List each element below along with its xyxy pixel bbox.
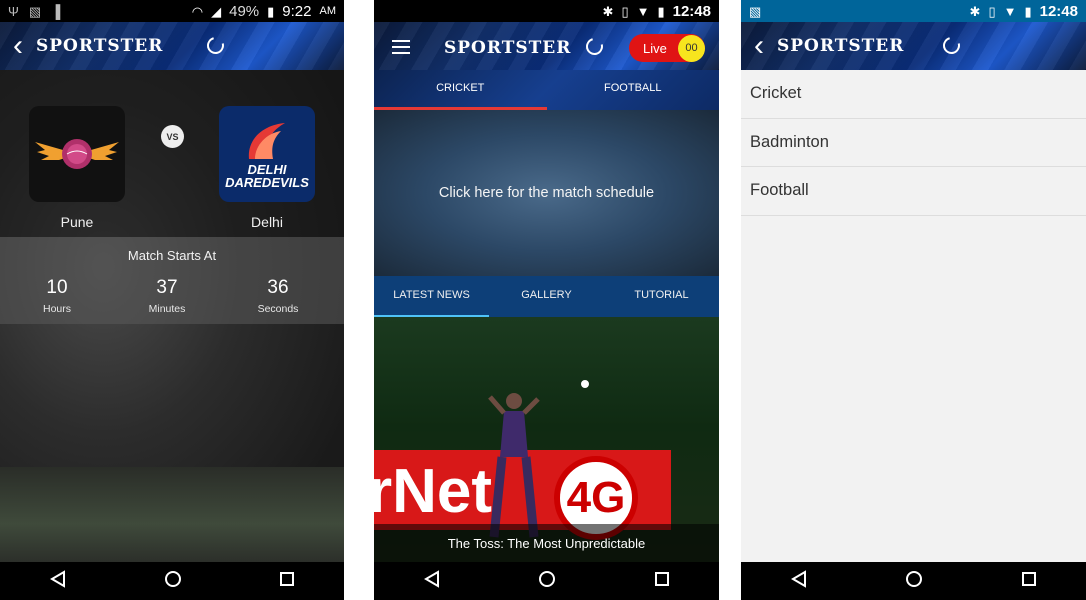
countdown-title: Match Starts At: [127, 248, 217, 263]
status-bar: Ψ ▧ ▐ ◠ ◢ 49% ▮ 9:22 AM: [0, 0, 344, 22]
sport-tabs: CRICKET FOOTBALL: [374, 70, 719, 110]
away-logo-line2: DAREDEVILS: [225, 175, 309, 190]
countdown-minutes: 37 Minutes: [148, 277, 186, 315]
status-time: 12:48: [1039, 2, 1078, 20]
back-button[interactable]: ‹: [0, 31, 36, 61]
field-background: [0, 467, 344, 562]
home-team-logo: [29, 106, 125, 202]
tab-latest-news[interactable]: LATEST NEWS: [374, 276, 489, 317]
signal-icon: ◢: [211, 3, 222, 19]
news-card-image[interactable]: rNet 4G The Toss: The Most Unpredictable: [374, 317, 719, 562]
tab-cricket[interactable]: CRICKET: [374, 70, 547, 110]
nav-home-icon[interactable]: [905, 570, 923, 593]
refresh-icon[interactable]: [203, 33, 228, 58]
live-count-badge: 00: [678, 34, 705, 62]
phone-sport-selection: ▧ ✱ ▯ ▼ ▮ 12:48 ‹ SPORTSTER Cricket Badm…: [741, 0, 1086, 600]
tab-gallery[interactable]: GALLERY: [489, 276, 604, 317]
android-navbar: [0, 562, 344, 600]
status-time: 9:22: [282, 2, 312, 20]
live-matches-button[interactable]: Live 00: [629, 34, 705, 62]
wifi-icon: ▼: [1003, 3, 1017, 19]
sport-list: Cricket Badminton Football: [741, 70, 1086, 216]
daredevils-flame-icon: [248, 123, 285, 159]
image-icon: ▧: [749, 3, 762, 19]
schedule-link-text: Click here for the match schedule: [438, 185, 655, 201]
usb-icon: Ψ: [8, 3, 19, 19]
nav-recent-icon[interactable]: [654, 571, 670, 592]
bluetooth-icon: ✱: [969, 3, 981, 19]
phone-home-feed: ✱ ▯ ▼ ▮ 12:48 SPORTSTER Live 00 CRICKET …: [374, 0, 719, 600]
live-label: Live: [643, 40, 667, 56]
away-team-logo: DELHI DAREDEVILS: [219, 106, 315, 202]
status-ampm: AM: [319, 5, 337, 17]
battery-icon: ▮: [657, 3, 665, 19]
battery-icon: ▮: [267, 3, 275, 19]
home-team-name: Pune: [60, 214, 94, 230]
nav-back-icon[interactable]: [790, 569, 808, 593]
news-caption: The Toss: The Most Unpredictable: [374, 524, 719, 562]
countdown-hours: 10 Hours: [42, 277, 71, 315]
app-logo: SPORTSTER: [444, 38, 572, 58]
wings-logo-icon: [35, 139, 119, 169]
hamburger-menu-icon[interactable]: [392, 40, 410, 58]
wifi-icon: ▼: [636, 3, 650, 19]
nav-back-icon[interactable]: [49, 569, 67, 593]
away-team-name: Delhi: [251, 214, 283, 230]
match-schedule-banner[interactable]: Click here for the match schedule: [374, 110, 719, 276]
nav-recent-icon[interactable]: [1021, 571, 1037, 592]
app-logo: SPORTSTER: [777, 36, 905, 56]
nav-home-icon[interactable]: [164, 570, 182, 593]
status-bar: ▧ ✱ ▯ ▼ ▮ 12:48: [741, 0, 1086, 22]
match-countdown: Match Starts At 10 Hours 37 Minutes 36 S…: [0, 237, 344, 324]
bluetooth-icon: ✱: [602, 3, 614, 19]
news-headline: The Toss: The Most Unpredictable: [447, 535, 646, 551]
home-team[interactable]: Pune: [29, 106, 125, 230]
android-navbar: [374, 562, 719, 600]
vs-badge: VS: [161, 125, 184, 148]
back-button[interactable]: ‹: [741, 31, 777, 61]
status-bar: ✱ ▯ ▼ ▮ 12:48: [374, 0, 719, 22]
android-navbar: [741, 562, 1086, 600]
vibrate-icon: ▯: [988, 3, 996, 19]
list-item-football[interactable]: Football: [741, 167, 1086, 216]
countdown-seconds: 36 Seconds: [257, 277, 299, 315]
cricket-ball-icon: [581, 380, 589, 388]
app-header: ‹ SPORTSTER: [0, 22, 344, 70]
list-item-cricket[interactable]: Cricket: [741, 70, 1086, 119]
tab-football[interactable]: FOOTBALL: [547, 70, 720, 110]
list-item-badminton[interactable]: Badminton: [741, 119, 1086, 167]
vibrate-icon: ▯: [621, 3, 629, 19]
app-logo: SPORTSTER: [36, 36, 164, 56]
app-header: ‹ SPORTSTER: [741, 22, 1086, 70]
nav-recent-icon[interactable]: [279, 571, 295, 592]
nav-home-icon[interactable]: [538, 570, 556, 593]
away-team[interactable]: DELHI DAREDEVILS Delhi: [219, 106, 315, 230]
phone-match-countdown: Ψ ▧ ▐ ◠ ◢ 49% ▮ 9:22 AM ‹ SPORTSTER Pune…: [0, 0, 344, 600]
refresh-icon[interactable]: [939, 33, 964, 58]
fielder-figure: [488, 393, 540, 538]
battery-percent: 49%: [229, 2, 260, 20]
banner-text: rNet: [374, 457, 493, 526]
image-icon: ▧: [28, 3, 42, 19]
news-tabs: LATEST NEWS GALLERY TUTORIAL: [374, 276, 719, 317]
barcode-icon: ▐: [51, 3, 61, 19]
nav-back-icon[interactable]: [423, 569, 441, 593]
tab-tutorial[interactable]: TUTORIAL: [604, 276, 719, 317]
wifi-icon: ◠: [191, 3, 204, 19]
status-time: 12:48: [672, 2, 711, 20]
battery-icon: ▮: [1024, 3, 1032, 19]
